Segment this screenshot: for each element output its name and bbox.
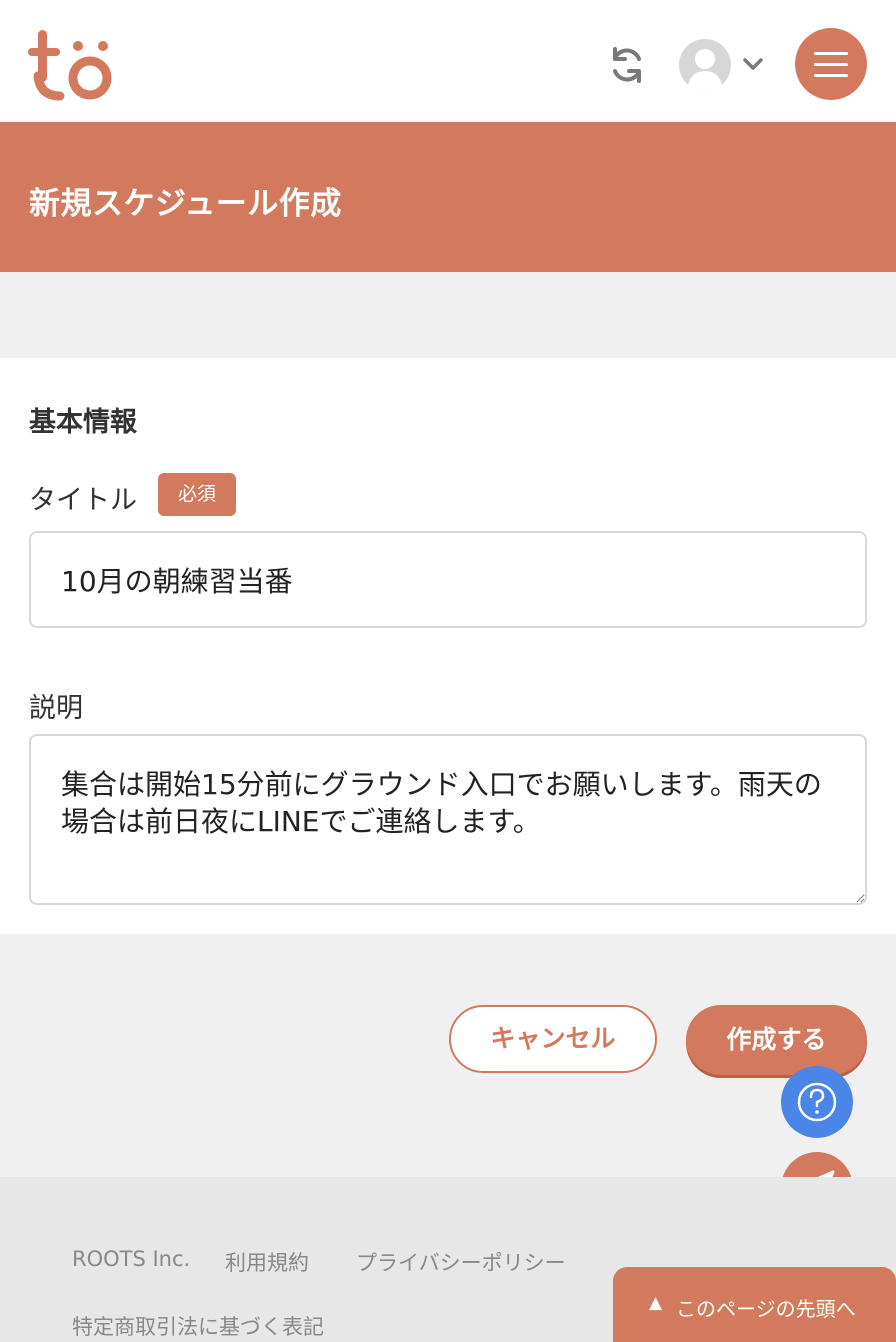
footer-link-company[interactable]: ROOTS Inc. [72, 1247, 190, 1271]
menu-line [814, 52, 848, 55]
footer-link-terms[interactable]: 利用規約 [225, 1247, 309, 1277]
app-header [0, 0, 896, 122]
hamburger-menu-button[interactable] [795, 28, 867, 100]
question-circle-icon [797, 1082, 837, 1122]
required-badge: 必須 [158, 473, 236, 516]
page-title-banner: 新規スケジュール作成 [0, 122, 896, 272]
footer-link-commerce-law[interactable]: 特定商取引法に基づく表記 [72, 1311, 324, 1341]
chevron-down-icon[interactable] [741, 54, 765, 74]
menu-line [814, 74, 848, 77]
to-logo[interactable] [26, 26, 116, 104]
title-label: タイトル [29, 485, 137, 516]
section-title: 基本情報 [29, 407, 137, 438]
up-arrow-icon: ▲ [649, 1293, 663, 1313]
person-icon [687, 49, 723, 91]
user-avatar[interactable] [679, 39, 731, 91]
back-to-top-label: このページの先頭へ [676, 1297, 856, 1321]
footer-link-privacy[interactable]: プライバシーポリシー [356, 1247, 566, 1277]
title-input[interactable] [29, 531, 867, 628]
cancel-button[interactable]: キャンセル [449, 1005, 657, 1073]
sync-icon[interactable] [606, 44, 648, 86]
description-textarea[interactable]: 集合は開始15分前にグラウンド入口でお願いします。雨天の場合は前日夜にLINEで… [29, 734, 867, 905]
page-title: 新規スケジュール作成 [29, 186, 342, 222]
back-to-top-button[interactable]: ▲ このページの先頭へ [613, 1267, 896, 1342]
help-button[interactable] [781, 1066, 853, 1138]
description-label: 説明 [29, 693, 83, 724]
menu-line [814, 63, 848, 66]
create-button[interactable]: 作成する [686, 1005, 867, 1075]
basic-info-card: 基本情報 タイトル 必須 説明 集合は開始15分前にグラウンド入口でお願いします… [0, 358, 896, 934]
